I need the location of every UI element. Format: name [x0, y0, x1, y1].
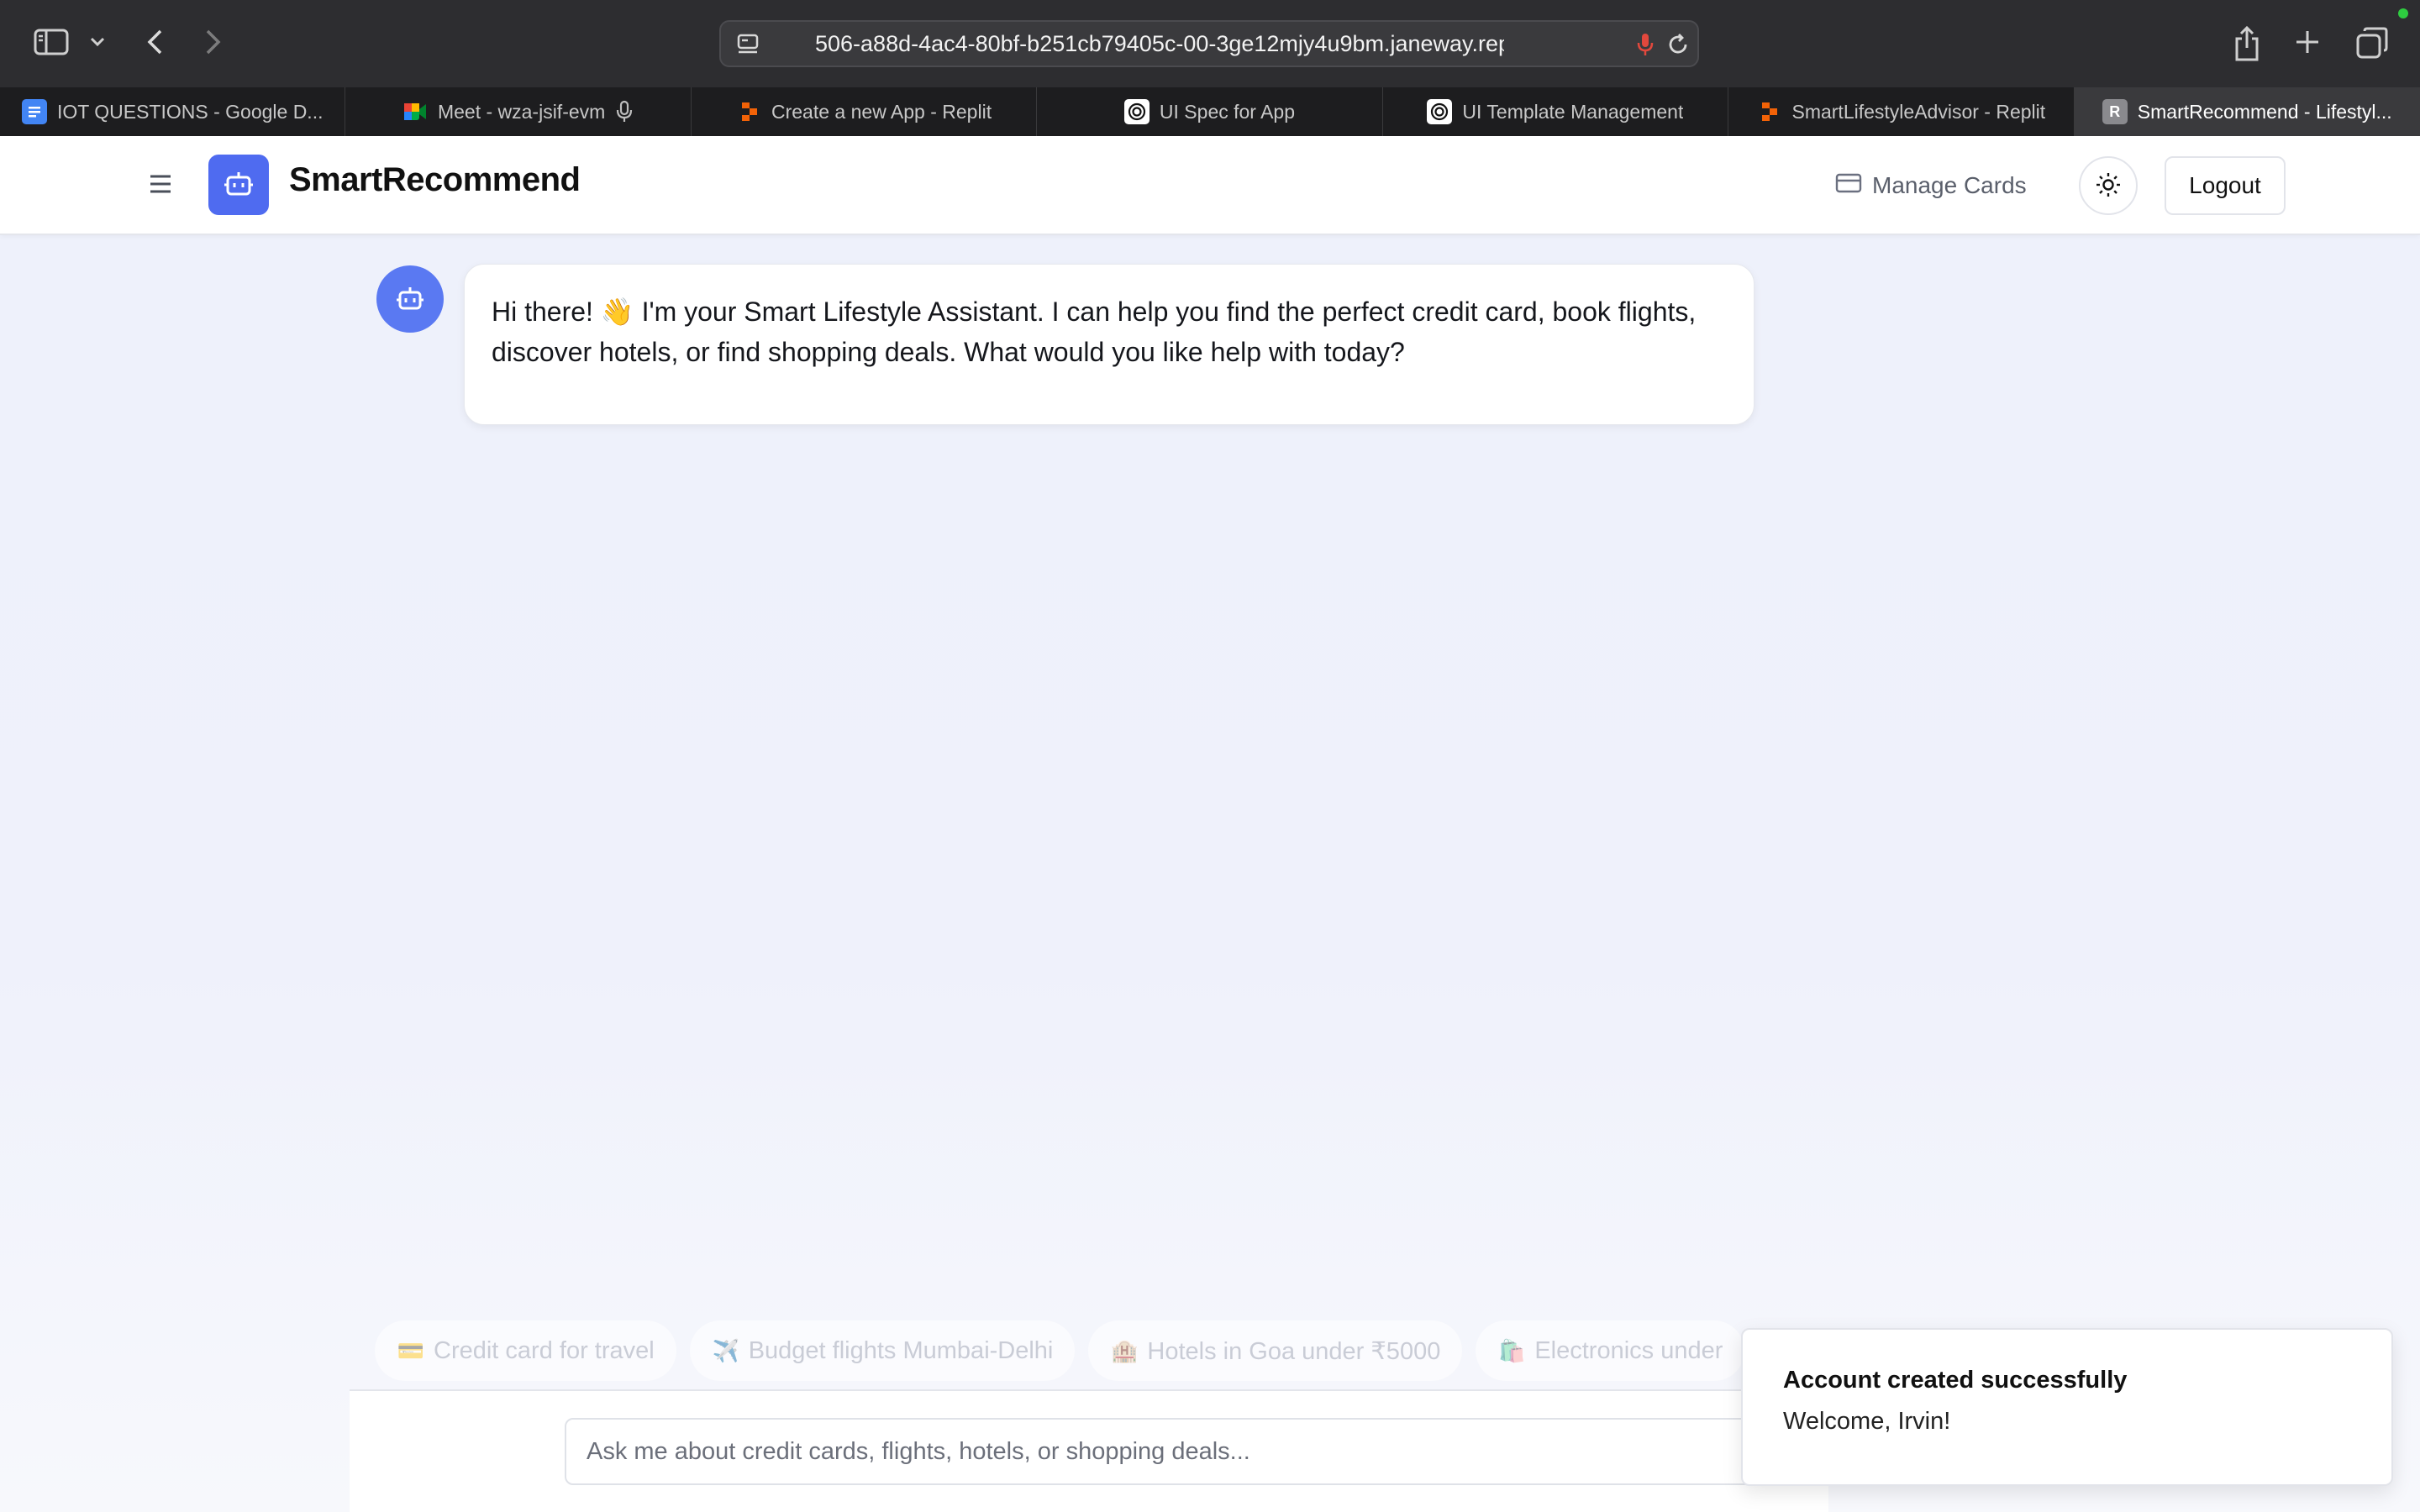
app-header: SmartRecommend Manage Cards Logout — [0, 136, 2420, 235]
site-settings-icon[interactable] — [736, 32, 761, 57]
logout-button[interactable]: Logout — [2165, 156, 2286, 215]
tab-label: Meet - wza-jsif-evm — [437, 100, 606, 123]
google-docs-icon — [21, 99, 47, 124]
tab-ui-template[interactable]: UI Template Management — [1383, 87, 1729, 136]
replit-icon — [736, 99, 761, 124]
manage-cards-label: Manage Cards — [1872, 172, 2027, 198]
bot-logo-icon — [208, 155, 269, 215]
chat-input[interactable] — [565, 1418, 1808, 1485]
chevron-down-icon[interactable] — [87, 30, 108, 54]
theme-toggle-button[interactable] — [2079, 156, 2138, 215]
tab-bar: IOT QUESTIONS - Google D... Meet - wza-j… — [0, 87, 2420, 136]
suggestion-chip-credit-card[interactable]: 💳 Credit card for travel — [375, 1320, 676, 1381]
toast-description: Welcome, Irvin! — [1783, 1408, 1951, 1435]
tab-smartrecommend[interactable]: R SmartRecommend - Lifestyl... — [2074, 87, 2420, 136]
replit-icon — [1756, 99, 1781, 124]
browser-toolbar: 506-a88d-4ac4-80bf-b251cb79405c-00-3ge12… — [0, 0, 2420, 87]
airplane-emoji-icon: ✈️ — [712, 1337, 739, 1363]
tab-meet[interactable]: Meet - wza-jsif-evm — [345, 87, 692, 136]
openai-icon — [1427, 99, 1453, 124]
new-tab-plus-icon[interactable] — [2289, 24, 2326, 60]
credit-card-emoji-icon: 💳 — [397, 1337, 425, 1363]
tab-label: IOT QUESTIONS - Google D... — [56, 100, 324, 123]
tab-create-app-replit[interactable]: Create a new App - Replit — [692, 87, 1038, 136]
suggestion-chip-electronics[interactable]: 🛍️ Electronics under — [1476, 1320, 1744, 1381]
url-text[interactable]: 506-a88d-4ac4-80bf-b251cb79405c-00-3ge12… — [815, 22, 1504, 66]
app-viewport: SmartRecommend Manage Cards Logout Hi th… — [0, 136, 2420, 1512]
chip-label: Budget flights Mumbai-Delhi — [748, 1336, 1054, 1364]
chip-label: Credit card for travel — [434, 1336, 655, 1364]
toast-notification: Account created successfully Welcome, Ir… — [1741, 1328, 2393, 1486]
sidebar-toggle-icon[interactable] — [32, 27, 71, 57]
google-meet-icon — [402, 99, 428, 124]
tab-smartlifestyleadvisor-replit[interactable]: SmartLifestyleAdvisor - Replit — [1728, 87, 2075, 136]
microphone-icon[interactable] — [615, 100, 634, 123]
tab-ui-spec[interactable]: UI Spec for App — [1037, 87, 1383, 136]
address-bar[interactable]: 506-a88d-4ac4-80bf-b251cb79405c-00-3ge12… — [719, 20, 1699, 67]
forward-arrow-icon[interactable] — [200, 25, 227, 59]
shopping-bags-emoji-icon: 🛍️ — [1498, 1337, 1526, 1363]
microphone-icon[interactable] — [1634, 32, 1657, 57]
tab-overview-icon[interactable] — [2353, 24, 2391, 62]
bot-icon — [397, 287, 424, 310]
chat-composer — [350, 1389, 1828, 1512]
tab-iot-questions[interactable]: IOT QUESTIONS - Google D... — [0, 87, 346, 136]
tab-label: UI Template Management — [1462, 100, 1684, 123]
bot-avatar — [376, 265, 444, 333]
back-arrow-icon[interactable] — [141, 25, 168, 59]
tab-label: SmartLifestyleAdvisor - Replit — [1791, 100, 2046, 123]
toast-title: Account created successfully — [1783, 1367, 2128, 1394]
tab-label: Create a new App - Replit — [771, 100, 992, 123]
openai-icon — [1123, 99, 1150, 124]
brand-name: SmartRecommend — [289, 161, 581, 198]
camera-indicator-dot — [2398, 8, 2408, 18]
bot-message-bubble: Hi there! 👋 I'm your Smart Lifestyle Ass… — [464, 264, 1754, 425]
chip-label: Hotels in Goa under ₹5000 — [1147, 1337, 1441, 1365]
r-letter-icon: R — [2102, 99, 2128, 124]
suggestion-chip-flights[interactable]: ✈️ Budget flights Mumbai-Delhi — [689, 1320, 1076, 1381]
tab-label: SmartRecommend - Lifestyl... — [2137, 100, 2392, 123]
suggestion-chips: 💳 Credit card for travel ✈️ Budget fligh… — [375, 1320, 1744, 1381]
manage-cards-link[interactable]: Manage Cards — [1835, 165, 2027, 207]
suggestion-chip-hotels[interactable]: 🏨 Hotels in Goa under ₹5000 — [1088, 1320, 1463, 1381]
sun-icon — [2095, 171, 2122, 201]
reload-icon[interactable] — [1665, 32, 1691, 57]
credit-card-icon — [1835, 172, 1862, 200]
share-icon[interactable] — [2228, 24, 2265, 64]
menu-icon[interactable] — [148, 173, 173, 195]
hotel-emoji-icon: 🏨 — [1111, 1337, 1139, 1363]
chip-label: Electronics under — [1534, 1336, 1723, 1364]
tab-label: UI Spec for App — [1159, 100, 1296, 123]
